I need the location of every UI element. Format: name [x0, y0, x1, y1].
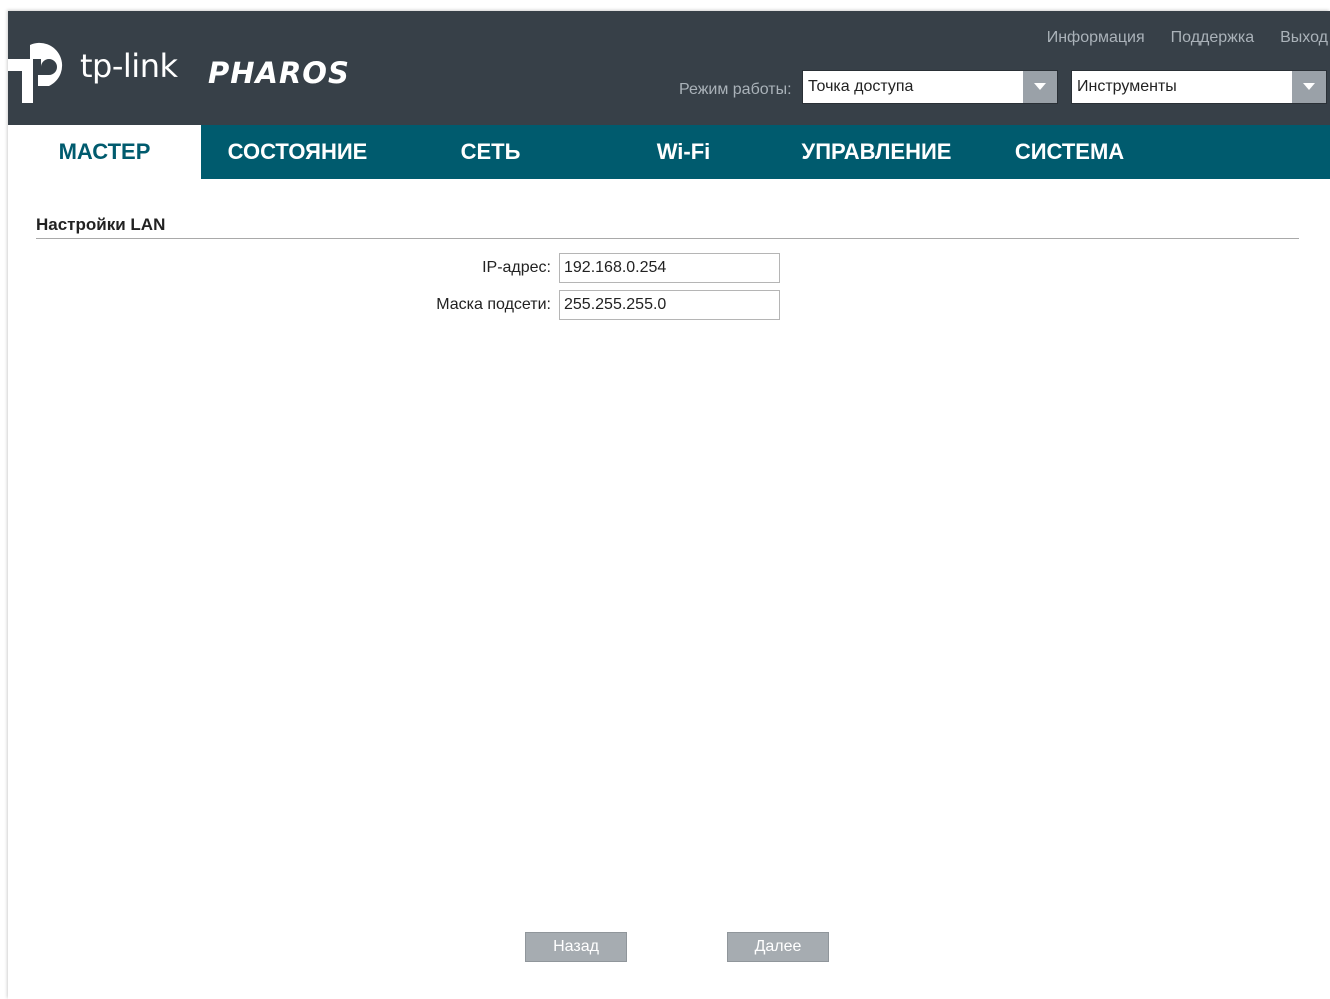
mask-label: Маска подсети: — [436, 296, 551, 313]
info-link[interactable]: Информация — [1047, 29, 1145, 47]
tab-wizard[interactable]: МАСТЕР — [8, 125, 201, 179]
support-link[interactable]: Поддержка — [1171, 29, 1254, 47]
chevron-down-icon[interactable] — [1023, 71, 1057, 103]
main-nav: МАСТЕР СОСТОЯНИЕ СЕТЬ Wi-Fi УПРАВЛЕНИЕ С… — [8, 125, 1330, 179]
tab-management[interactable]: УПРАВЛЕНИЕ — [780, 125, 973, 179]
back-button[interactable]: Назад — [525, 932, 627, 962]
ip-row: IP-адрес: — [8, 253, 788, 283]
tab-network[interactable]: СЕТЬ — [394, 125, 587, 179]
tp-link-logo: tp-link PHAROS — [8, 37, 368, 107]
mask-row: Маска подсети: — [8, 290, 788, 320]
tools-select[interactable]: Инструменты — [1071, 70, 1327, 104]
tab-wifi[interactable]: Wi-Fi — [587, 125, 780, 179]
tab-system[interactable]: СИСТЕМА — [973, 125, 1166, 179]
mode-select[interactable]: Точка доступа — [802, 70, 1058, 104]
section-divider — [36, 238, 1299, 239]
tp-link-logo-icon — [8, 42, 63, 103]
mode-select-value: Точка доступа — [808, 78, 914, 95]
header-bar: tp-link PHAROS Информация Поддержка Выхо… — [8, 11, 1330, 125]
logout-link[interactable]: Выход — [1280, 29, 1328, 47]
ip-input[interactable] — [559, 253, 780, 283]
section-title: Настройки LAN — [36, 215, 166, 234]
tab-status[interactable]: СОСТОЯНИЕ — [201, 125, 394, 179]
next-button[interactable]: Далее — [727, 932, 829, 962]
logo-wordmark: tp-link — [80, 47, 178, 85]
app-frame: tp-link PHAROS Информация Поддержка Выхо… — [8, 11, 1330, 999]
top-links: Информация Поддержка Выход — [1047, 29, 1328, 47]
logo-product-name: PHAROS — [208, 56, 350, 90]
mode-label: Режим работы: — [679, 81, 792, 98]
tools-select-value: Инструменты — [1077, 78, 1177, 95]
chevron-down-icon[interactable] — [1292, 71, 1326, 103]
mask-input[interactable] — [559, 290, 780, 320]
ip-label: IP-адрес: — [482, 259, 551, 276]
